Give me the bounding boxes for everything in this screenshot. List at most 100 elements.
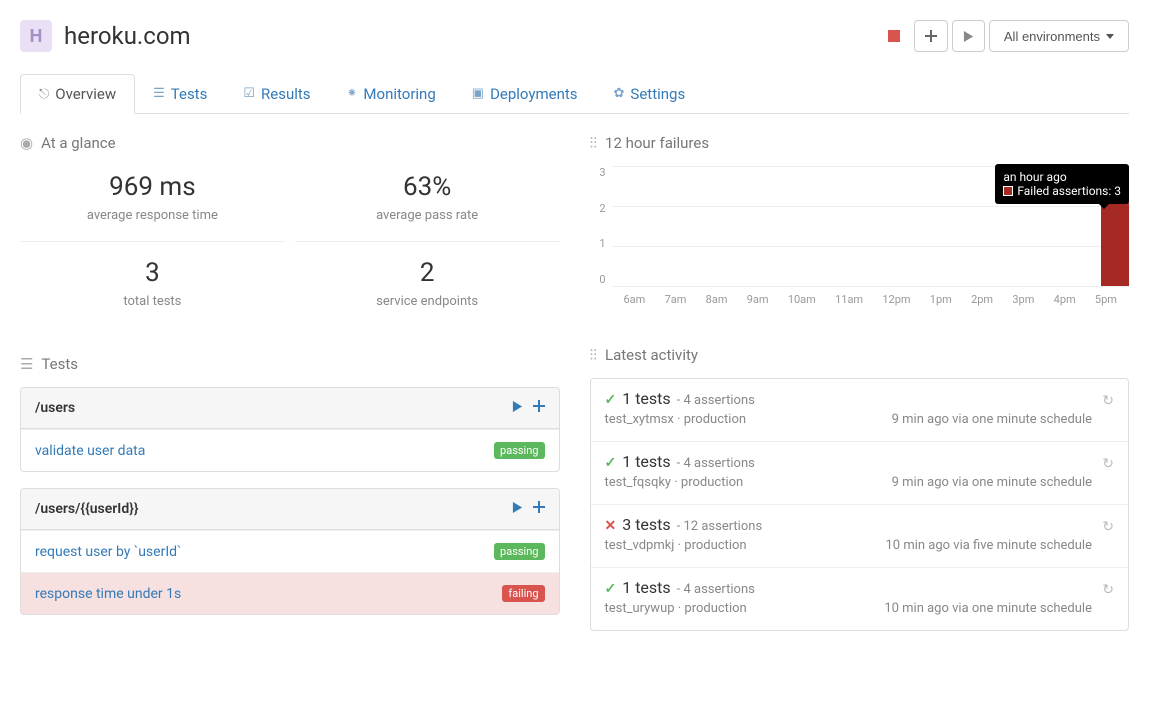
glance-value: 63% [299,172,556,202]
add-button[interactable] [914,20,948,52]
tab-label: Results [261,85,311,103]
activity-row[interactable]: ✕3 tests - 12 assertionstest_vdpmkj · pr… [591,504,1129,567]
glance-label: service endpoints [299,294,556,309]
glance-avg-response: 969 ms average response time [20,166,285,242]
x-tick: 2pm [971,293,993,306]
test-row[interactable]: request user by `userId`passing [21,530,559,572]
activity-list: ✓1 tests - 4 assertionstest_xytmsx · pro… [590,378,1130,631]
y-tick: 1 [590,237,606,250]
chart-tooltip: an hour agoFailed assertions: 3 [995,164,1129,204]
tab-results[interactable]: ☑ Results [225,74,328,113]
results-icon: ☑ [243,86,255,101]
chart-icon: ⫶⫶ [590,134,598,152]
section-label: Latest activity [605,346,698,364]
run-icon[interactable] [512,400,523,416]
check-icon: ✓ [605,581,617,597]
deployments-icon: ▣ [472,86,484,101]
main-tabs: ⎋ Overview ☰ Tests ☑ Results ⁕ Monitorin… [20,74,1129,114]
tab-overview[interactable]: ⎋ Overview [20,74,135,114]
list-icon: ☰ [20,355,33,373]
activity-row[interactable]: ✓1 tests - 4 assertionstest_fqsqky · pro… [591,441,1129,504]
glance-pass-rate: 63% average pass rate [295,166,560,242]
refresh-icon[interactable]: ↻ [1102,393,1114,409]
tab-label: Deployments [490,85,577,103]
status-indicator [888,30,900,42]
glance-total-tests: 3 total tests [20,252,285,315]
test-link[interactable]: validate user data [35,443,145,459]
activity-tests: 1 tests [622,389,670,408]
tab-tests[interactable]: ☰ Tests [135,74,225,113]
y-tick: 2 [590,202,606,215]
activity-row[interactable]: ✓1 tests - 4 assertionstest_xytmsx · pro… [591,379,1129,441]
chevron-down-icon [1106,34,1114,39]
x-tick: 4pm [1054,293,1076,306]
glance-label: total tests [24,294,281,309]
x-tick: 9am [747,293,769,306]
test-row[interactable]: response time under 1s failing [21,572,559,614]
x-tick: 6am [624,293,646,306]
refresh-icon[interactable]: ↻ [1102,582,1114,598]
failures-chart: 0 1 2 3 6am 7am 8am 9am 10am 11am 12pm 1pm 2pm 3pm 4pm… [590,166,1130,306]
app-icon: H [20,20,52,52]
eye-icon: ◉ [20,134,33,152]
y-tick: 3 [590,166,606,179]
activity-icon: ⫶⫶ [590,346,598,364]
run-icon[interactable] [512,501,523,517]
glance-label: average pass rate [299,208,556,223]
section-label: At a glance [41,134,116,152]
monitoring-icon: ⁕ [347,86,358,101]
x-tick: 10am [788,293,816,306]
activity-tests: 1 tests [622,578,670,597]
test-link[interactable]: request user by `userId` [35,544,181,560]
y-tick: 0 [590,273,606,286]
tab-label: Monitoring [363,85,435,103]
failures-title: ⫶⫶ 12 hour failures [590,134,1130,152]
status-badge: failing [502,585,544,602]
x-tick: 8am [706,293,728,306]
activity-time: 9 min ago via one minute schedule [892,475,1092,490]
add-icon[interactable] [533,400,545,416]
glance-title: ◉ At a glance [20,134,560,152]
tests-icon: ☰ [153,86,165,101]
x-tick: 11am [835,293,863,306]
status-badge: passing [494,442,544,459]
x-tick: 1pm [930,293,952,306]
section-label: 12 hour failures [605,134,709,152]
test-link[interactable]: response time under 1s [35,586,181,602]
app-icon-letter: H [30,26,43,47]
environments-dropdown[interactable]: All environments [989,20,1129,52]
x-tick: 7am [665,293,687,306]
environments-label: All environments [1004,30,1100,43]
run-button[interactable] [952,20,985,52]
tab-label: Settings [630,85,685,103]
app-title: heroku.com [64,22,191,50]
tab-monitoring[interactable]: ⁕ Monitoring [329,74,454,113]
plus-icon [925,30,937,42]
glance-value: 3 [24,258,281,288]
x-tick: 5pm [1095,293,1117,306]
test-group-header[interactable]: /users/{{userId}} [21,489,559,530]
section-label: Tests [41,355,78,373]
activity-time: 10 min ago via one minute schedule [884,601,1092,616]
add-icon[interactable] [533,501,545,517]
activity-assertions: - 12 assertions [677,519,762,534]
refresh-icon[interactable]: ↻ [1102,519,1114,535]
refresh-icon[interactable]: ↻ [1102,456,1114,472]
x-tick: 3pm [1012,293,1034,306]
tab-settings[interactable]: ✿ Settings [596,74,704,113]
activity-assertions: - 4 assertions [677,582,755,597]
check-icon: ✓ [605,455,617,471]
glance-endpoints: 2 service endpoints [295,252,560,315]
test-group-header[interactable]: /users [21,388,559,429]
tab-deployments[interactable]: ▣ Deployments [454,74,596,113]
test-row[interactable]: validate user data passing [21,429,559,471]
test-group: /users/{{userId}} request user by `userId… [20,488,560,615]
activity-row[interactable]: ✓1 tests - 4 assertionstest_urywup · pro… [591,567,1129,630]
glance-value: 2 [299,258,556,288]
test-path: /users/{{userId}} [35,501,139,517]
x-tick: 12pm [882,293,910,306]
page-header: H heroku.com All environments [20,20,1129,52]
test-group: /users validate user data passing [20,387,560,472]
tests-section-title: ☰ Tests [20,355,560,373]
check-icon: ✓ [605,392,617,408]
